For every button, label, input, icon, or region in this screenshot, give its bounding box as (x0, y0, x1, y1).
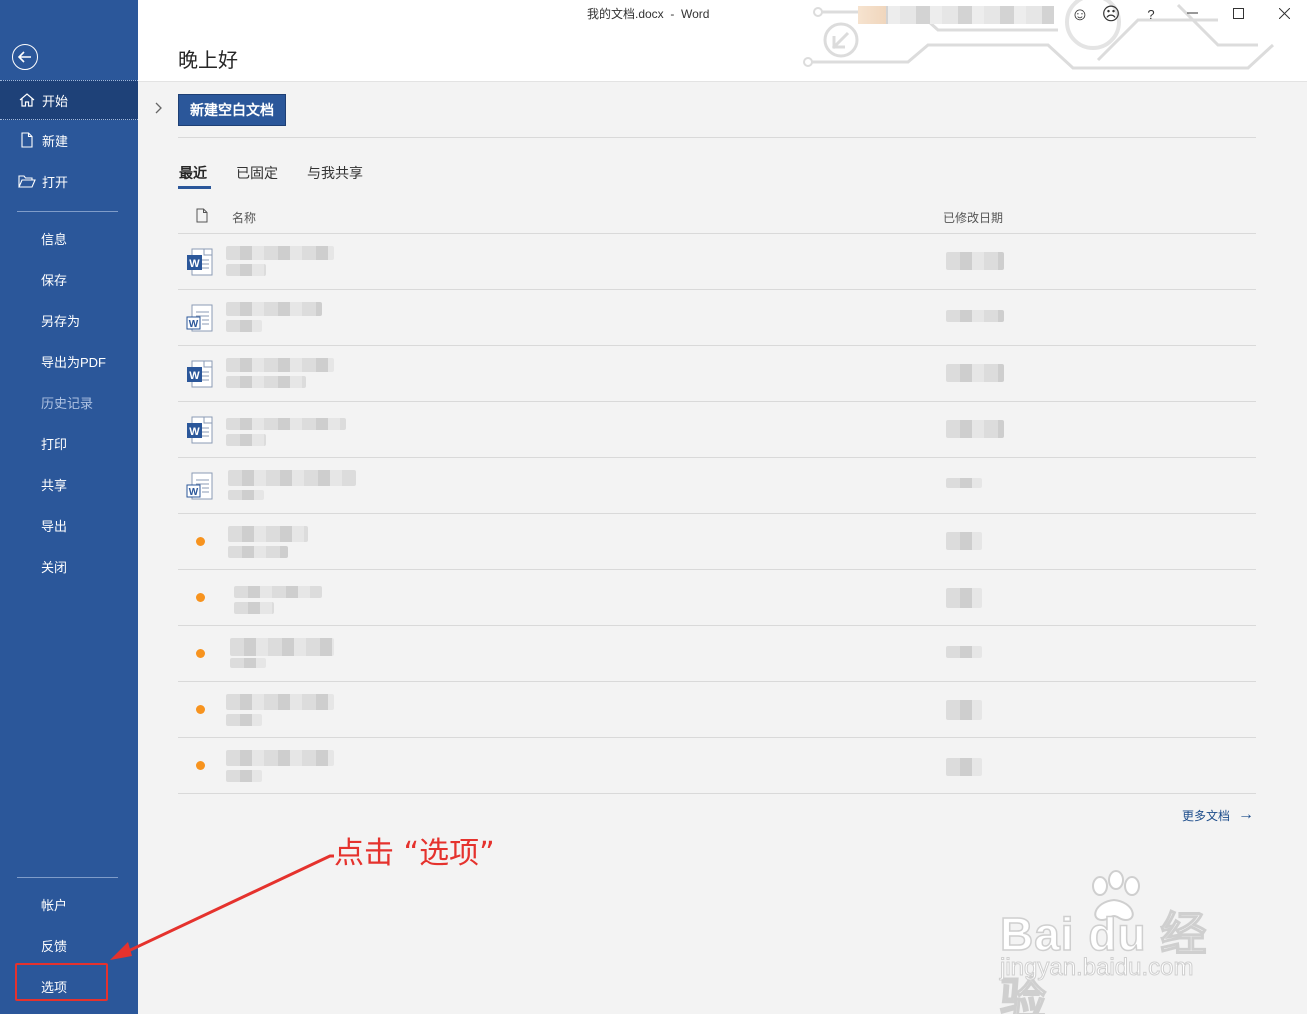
new-doc-icon (17, 132, 37, 148)
nav-item-open[interactable]: 打开 (0, 161, 138, 201)
recent-file-row[interactable]: W (178, 234, 1256, 290)
annotation-arrow-icon (110, 854, 334, 960)
back-button[interactable] (12, 44, 38, 70)
recent-file-row[interactable]: W (178, 402, 1256, 458)
maximize-icon (1232, 7, 1244, 19)
nav-item-save-as[interactable]: 另存为 (0, 300, 138, 340)
baidu-watermark: Bai du 经验 jingyan.baidu.com (999, 870, 1250, 1014)
recent-file-row[interactable] (178, 682, 1256, 738)
file-modified-date (946, 586, 1006, 608)
orange-dot-icon (196, 705, 205, 714)
nav-item-label: 帐户 (41, 897, 68, 913)
close-icon (1278, 7, 1290, 19)
nav-item-home[interactable]: 开始 (0, 80, 138, 120)
nav-item-label: 历史记录 (41, 395, 94, 411)
file-modified-date (946, 530, 1006, 552)
orange-dot-icon (196, 761, 205, 770)
svg-text:W: W (189, 487, 199, 498)
nav-item-label: 另存为 (41, 313, 81, 329)
word-doc-icon: W (186, 304, 213, 332)
nav-item-info[interactable]: 信息 (0, 218, 138, 258)
nav-item-new[interactable]: 新建 (0, 120, 138, 160)
file-modified-date (946, 698, 1006, 720)
watermark-url: jingyan.baidu.com (999, 954, 1194, 982)
chevron-right-icon[interactable] (155, 101, 163, 117)
section-divider (178, 137, 1256, 138)
nav-item-print[interactable]: 打印 (0, 423, 138, 463)
orange-dot-icon (196, 593, 205, 602)
recent-file-row[interactable]: W (178, 290, 1256, 346)
back-arrow-icon (18, 51, 31, 63)
greeting-title: 晚上好 (178, 50, 238, 72)
nav-item-share[interactable]: 共享 (0, 464, 138, 504)
more-documents-label: 更多文档 (1182, 808, 1231, 823)
tab-recent[interactable]: 最近 (179, 163, 207, 183)
new-blank-document-button[interactable]: 新建空白文档 (178, 94, 286, 126)
word-doc-icon: W (186, 472, 213, 500)
backstage-header: 我的文档.docx - Word 晚上好 ☺ ☹ ? (138, 0, 1307, 82)
recent-file-row[interactable] (178, 626, 1256, 682)
svg-text:W: W (189, 319, 199, 330)
maximize-button[interactable] (1215, 0, 1261, 26)
nav-item-label: 打印 (41, 436, 68, 452)
recent-file-row[interactable] (178, 514, 1256, 570)
file-modified-date (946, 306, 1006, 328)
nav-item-label: 导出为PDF (41, 354, 107, 370)
svg-text:W: W (189, 370, 200, 382)
orange-dot-icon (196, 649, 205, 658)
orange-dot-icon (196, 537, 205, 546)
recent-file-row[interactable]: W (178, 458, 1256, 514)
folder-open-icon (17, 174, 37, 188)
arrow-right-icon: → (1238, 806, 1255, 823)
nav-item-export-pdf[interactable]: 导出为PDF (0, 341, 138, 381)
word-docx-icon: W (187, 248, 213, 276)
svg-text:W: W (189, 258, 200, 270)
file-modified-date (946, 250, 1006, 272)
help-icon[interactable]: ? (1139, 3, 1163, 25)
window-controls (1169, 0, 1307, 26)
nav-item-save[interactable]: 保存 (0, 259, 138, 299)
sidebar-divider (17, 211, 118, 212)
frown-feedback-icon[interactable]: ☹ (1099, 3, 1123, 25)
tab-shared-with-me[interactable]: 与我共享 (307, 163, 363, 183)
nav-item-label: 反馈 (41, 938, 68, 954)
nav-item-label: 新建 (42, 133, 69, 149)
recent-file-row[interactable] (178, 738, 1256, 794)
nav-item-label: 信息 (41, 231, 68, 247)
column-header-modified[interactable]: 已修改日期 (943, 209, 1003, 226)
nav-item-export[interactable]: 导出 (0, 505, 138, 545)
nav-item-label: 保存 (41, 272, 68, 288)
word-docx-icon: W (187, 416, 213, 444)
annotation-label: 点击 “选项” (334, 836, 495, 871)
recent-file-row[interactable]: W (178, 346, 1256, 402)
smile-feedback-icon[interactable]: ☺ (1068, 3, 1092, 25)
file-modified-date (946, 418, 1006, 440)
window-title: 我的文档.docx - Word (587, 7, 710, 21)
nav-item-label: 关闭 (41, 559, 68, 575)
minimize-icon (1186, 12, 1198, 14)
more-documents-link[interactable]: 更多文档 → (1182, 806, 1254, 824)
recent-file-row[interactable] (178, 570, 1256, 626)
home-icon (17, 93, 37, 107)
active-tab-indicator (178, 186, 211, 189)
file-modified-date (946, 642, 1006, 664)
word-docx-icon: W (187, 360, 213, 388)
column-header-name[interactable]: 名称 (232, 209, 256, 226)
options-highlight-box (15, 963, 108, 1001)
close-button[interactable] (1261, 0, 1307, 26)
nav-item-label: 共享 (41, 477, 68, 493)
tab-pinned[interactable]: 已固定 (236, 163, 278, 183)
nav-item-label: 开始 (42, 93, 69, 109)
account-name-blurred (858, 6, 1054, 24)
file-modified-date (946, 754, 1006, 776)
nav-item-label: 打开 (42, 174, 69, 190)
nav-item-label: 导出 (41, 518, 68, 534)
minimize-button[interactable] (1169, 0, 1215, 26)
svg-text:W: W (189, 426, 200, 438)
file-type-column-icon (196, 208, 208, 223)
file-modified-date (946, 474, 1006, 496)
nav-item-close[interactable]: 关闭 (0, 546, 138, 586)
nav-item-history: 历史记录 (0, 382, 138, 422)
file-modified-date (946, 362, 1006, 384)
